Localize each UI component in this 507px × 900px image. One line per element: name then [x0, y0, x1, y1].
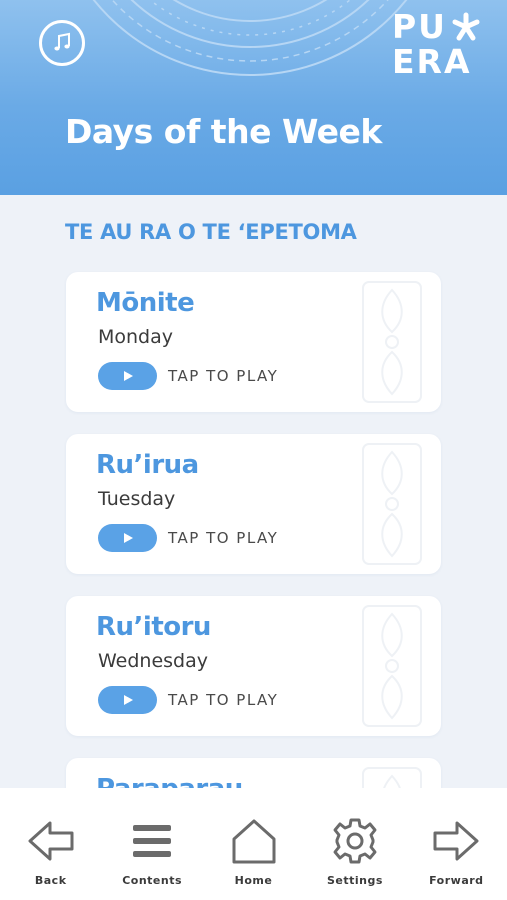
tap-to-play-label: TAP TO PLAY [168, 367, 279, 385]
bottom-navigation: Back Contents Home Settings Forward [0, 788, 507, 900]
nav-back-label: Back [34, 874, 67, 887]
nav-contents-button[interactable]: Contents [101, 788, 202, 900]
nav-home-label: Home [234, 874, 273, 887]
arrow-left-icon [28, 821, 74, 861]
logo-text-era: ERA [392, 42, 472, 81]
play-icon [123, 695, 133, 705]
section-heading: TE AU RA O TE ‘EPETOMA [65, 220, 357, 244]
decorative-motif [362, 605, 422, 727]
nav-contents-label: Contents [122, 874, 183, 887]
menu-icon [133, 825, 172, 857]
day-english: Wednesday [98, 650, 209, 672]
tap-to-play-label: TAP TO PLAY [168, 529, 279, 547]
play-button[interactable] [98, 686, 157, 714]
nav-forward-label: Forward [429, 874, 484, 887]
page-title: Days of the Week [65, 112, 382, 151]
day-card-wednesday: Ru’itoru Wednesday TAP TO PLAY [66, 596, 441, 736]
day-word: Mōnite [96, 288, 195, 318]
nav-forward-button[interactable]: Forward [406, 788, 507, 900]
nav-settings-label: Settings [326, 874, 383, 887]
day-word: Ru’irua [96, 450, 199, 480]
nav-back-button[interactable]: Back [0, 788, 101, 900]
play-icon [123, 533, 133, 543]
decorative-motif [362, 281, 422, 403]
day-card-tuesday: Ru’irua Tuesday TAP TO PLAY [66, 434, 441, 574]
play-button[interactable] [98, 362, 157, 390]
home-icon [232, 819, 276, 864]
music-toggle-button[interactable] [39, 20, 85, 66]
music-note-icon [54, 32, 70, 51]
logo-text-pu: PU [392, 7, 447, 46]
decorative-motif [362, 443, 422, 565]
play-icon [123, 371, 133, 381]
flower-icon [452, 12, 480, 40]
gear-icon [333, 818, 377, 864]
day-english: Tuesday [98, 488, 176, 510]
day-english: Monday [98, 326, 174, 348]
day-word: Ru’itoru [96, 612, 211, 642]
tap-to-play-label: TAP TO PLAY [168, 691, 279, 709]
header: PU ERA Days of the Week [0, 0, 507, 195]
nav-home-button[interactable]: Home [203, 788, 304, 900]
arrow-right-icon [433, 821, 479, 861]
play-button[interactable] [98, 524, 157, 552]
day-card-monday: Mōnite Monday TAP TO PLAY [66, 272, 441, 412]
app-logo: PU ERA [392, 10, 492, 80]
nav-settings-button[interactable]: Settings [304, 788, 405, 900]
